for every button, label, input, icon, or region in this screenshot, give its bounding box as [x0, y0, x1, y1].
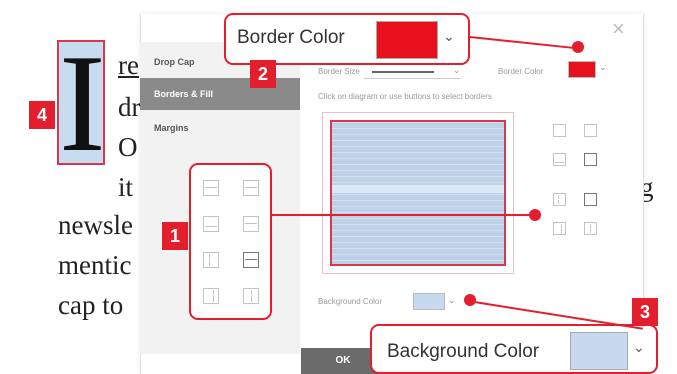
border-left-icon[interactable] — [203, 252, 219, 268]
drop-cap-letter: I — [59, 26, 106, 181]
connector-dot — [572, 41, 584, 53]
document-text: newsle — [58, 210, 133, 240]
drop-cap-box: I — [57, 34, 106, 174]
border-right-icon[interactable] — [203, 288, 219, 304]
connector-dot — [464, 294, 476, 306]
document-text: cap to — [58, 290, 124, 320]
step-badge-2: 2 — [250, 60, 276, 88]
border-right-icon[interactable] — [553, 222, 566, 235]
border-color-callout-label: Border Color — [237, 27, 345, 48]
border-bottom-icon[interactable] — [203, 216, 219, 232]
border-bottom-icon[interactable] — [553, 153, 566, 166]
border-size-line — [372, 71, 434, 73]
border-all-icon[interactable] — [243, 216, 259, 232]
document-text: mentic — [58, 250, 132, 280]
sidebar-item-borders-fill[interactable]: Borders & Fill — [140, 78, 300, 110]
border-color-swatch[interactable] — [568, 61, 596, 78]
document-text: re — [118, 50, 139, 80]
background-color-callout-label: Background Color — [387, 341, 540, 362]
border-top-icon[interactable] — [203, 180, 219, 196]
connector-dot — [529, 209, 541, 221]
background-color-swatch[interactable] — [413, 293, 445, 310]
chevron-down-icon: ⌄ — [443, 28, 455, 44]
border-color-label: Border Color — [498, 67, 544, 76]
border-left-icon[interactable] — [553, 193, 566, 206]
document-text: dr — [118, 92, 141, 122]
border-middle-icon[interactable] — [243, 180, 259, 196]
step-badge-3: 3 — [632, 298, 658, 326]
border-middle-icon[interactable] — [584, 124, 597, 137]
step-badge-1: 1 — [162, 222, 188, 250]
connector-line — [272, 214, 534, 216]
border-top-icon[interactable] — [553, 124, 566, 137]
border-buttons-callout — [189, 163, 272, 320]
chevron-down-icon[interactable]: ⌄ — [448, 295, 456, 306]
document-text: it — [118, 172, 134, 202]
border-inner-icon[interactable] — [584, 222, 597, 235]
background-color-callout-swatch — [570, 332, 628, 370]
chevron-down-icon: ⌄ — [633, 339, 645, 355]
background-color-label: Background Color — [318, 297, 383, 306]
border-outer-icon[interactable] — [243, 252, 259, 268]
chevron-down-icon: ⌄ — [453, 66, 460, 75]
border-size-label: Border Size — [318, 67, 360, 76]
border-size-select[interactable]: ⌄ — [364, 66, 460, 79]
close-icon[interactable]: × — [612, 16, 625, 42]
sidebar-item-margins[interactable]: Margins — [140, 112, 300, 144]
border-all-icon[interactable] — [584, 153, 597, 166]
document-text: O — [118, 132, 138, 162]
border-inner-icon[interactable] — [243, 288, 259, 304]
step-badge-4: 4 — [29, 101, 55, 129]
border-outer-icon[interactable] — [584, 193, 597, 206]
instruction-text: Click on diagram or use buttons to selec… — [318, 92, 492, 101]
border-diagram[interactable] — [330, 120, 506, 266]
border-color-callout-swatch — [376, 21, 438, 59]
border-diagram-band — [332, 185, 504, 193]
chevron-down-icon[interactable]: ⌄ — [599, 62, 607, 73]
